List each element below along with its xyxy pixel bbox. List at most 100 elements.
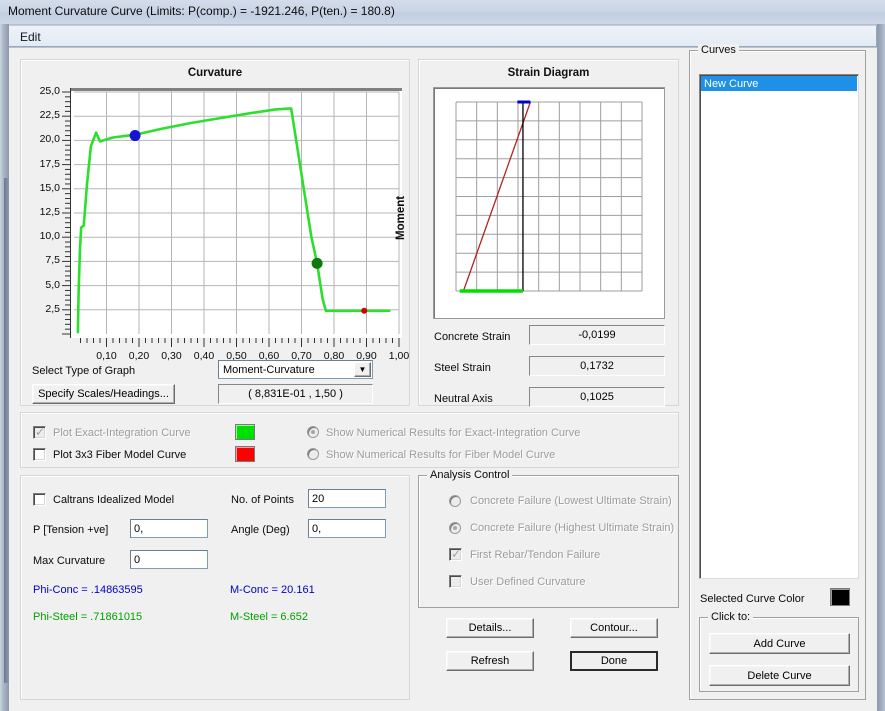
angle-deg-input[interactable]: 0,	[308, 519, 386, 538]
strain-diagram-title: Strain Diagram	[507, 67, 590, 79]
curvature-y-axis: 2,5 5,0 7,5 10,0 12,5 15,0 17,5 20,0 22,5 25,0	[21, 85, 71, 338]
max-curvature-label: Max Curvature	[33, 555, 106, 567]
curves-legend: Curves	[698, 44, 739, 56]
curvature-plot-area[interactable]	[71, 88, 402, 338]
plot-fiber-model-checkbox[interactable]	[33, 448, 46, 461]
strain-row-label: Concrete Strain	[434, 331, 511, 343]
strain-diagram-plot-area[interactable]	[433, 87, 665, 319]
select-type-of-graph-label: Select Type of Graph	[32, 365, 136, 377]
curvature-x-tick-label: 0,40	[193, 350, 215, 362]
caltrans-idealized-model-checkbox[interactable]	[33, 493, 46, 506]
strain-diagram-svg	[455, 100, 643, 293]
delete-curve-button[interactable]: Delete Curve	[709, 665, 850, 686]
curves-group: Curves New Curve Selected Curve Color Cl…	[689, 44, 866, 700]
strain-row-label: Steel Strain	[434, 362, 491, 374]
chevron-down-icon[interactable]: ▼	[354, 362, 371, 377]
fiber-model-color-swatch[interactable]	[235, 446, 255, 462]
strain-row-label: Neutral Axis	[434, 393, 493, 405]
strain-row-value: 0,1732	[529, 356, 665, 376]
show-numerical-fiber-label: Show Numerical Results for Fiber Model C…	[326, 449, 556, 461]
strain-row-value: 0,1025	[529, 387, 665, 407]
curvature-y-tick-label: 22,5	[39, 109, 60, 122]
strain-diagram-panel: Strain Diagram Concrete Strain -0,0199 Ste…	[418, 59, 680, 407]
window-title: Moment Curvature Curve (Limits: P(comp.)…	[8, 4, 395, 18]
curvature-y-tick-label: 17,5	[39, 157, 60, 170]
analysis-control-group: Analysis Control Concrete Failure (Lowes…	[418, 469, 680, 609]
selected-curve-color-label: Selected Curve Color	[700, 593, 805, 605]
curvature-y-tick-label: 25,0	[39, 85, 60, 97]
window-right-edge	[877, 24, 885, 711]
curvature-x-tick-label: 0,20	[128, 350, 150, 362]
show-numerical-fiber-radio[interactable]	[307, 448, 319, 460]
coordinate-readout: ( 8,831E-01 , 1,50 )	[218, 384, 373, 404]
curvature-y-tick-label: 2,5	[45, 302, 60, 315]
phi-conc-result: Phi-Conc = .14863595	[33, 584, 143, 596]
analysis-radio-0[interactable]	[449, 495, 461, 507]
analysis-option-label: Concrete Failure (Lowest Ultimate Strain…	[470, 495, 672, 507]
curvature-x-tick-label: 0,10	[96, 350, 117, 362]
add-curve-button[interactable]: Add Curve	[709, 633, 850, 654]
m-conc-result: M-Conc = 20.161	[230, 584, 315, 596]
radio-dot-icon	[453, 526, 457, 530]
curvature-y-tick-marks	[62, 88, 71, 338]
p-tension-input[interactable]: 0,	[130, 519, 208, 538]
analysis-option-label: First Rebar/Tendon Failure	[470, 549, 601, 561]
strain-value-rows: Concrete Strain -0,0199 Steel Strain 0,1732…	[419, 325, 680, 407]
plot-options-panel: ✓ Plot Exact-Integration Curve Plot 3x3 …	[20, 412, 679, 468]
curvature-y-tick-label: 20,0	[39, 133, 60, 146]
curvature-y-tick-label: 12,5	[39, 206, 60, 218]
curvature-x-tick-marks	[80, 338, 400, 347]
p-tension-label: P [Tension +ve]	[33, 524, 109, 536]
plot-exact-integration-checkbox[interactable]: ✓	[33, 426, 46, 439]
caltrans-idealized-model-label: Caltrans Idealized Model	[53, 494, 175, 506]
curvature-y-tick-label: 10,0	[39, 230, 60, 243]
no-of-points-label: No. of Points	[231, 494, 294, 506]
curvature-y-tick-label: 5,0	[45, 278, 60, 291]
exact-integration-color-swatch[interactable]	[235, 424, 255, 440]
strain-row-value: -0,0199	[529, 325, 665, 345]
graph-type-combobox[interactable]: Moment-Curvature ▼	[218, 360, 373, 379]
curvature-panel-title: Curvature	[187, 67, 243, 79]
details-button[interactable]: Details...	[446, 618, 534, 638]
plot-fiber-model-label: Plot 3x3 Fiber Model Curve	[53, 449, 187, 461]
curvature-chart-svg	[71, 88, 402, 334]
click-to-legend: Click to:	[708, 611, 754, 623]
done-button[interactable]: Done	[570, 651, 658, 671]
show-numerical-exact-radio[interactable]	[307, 426, 319, 438]
curvature-x-tick-label: 1,00	[388, 350, 410, 362]
curvature-x-tick-label: 0,30	[161, 350, 182, 362]
inputs-panel: Caltrans Idealized Model P [Tension +ve]…	[20, 475, 410, 700]
phi-steel-result: Phi-Steel = .71861015	[33, 611, 143, 623]
no-of-points-input[interactable]: 20	[308, 489, 386, 508]
curvature-panel: Curvature 2,5 5,0 7,5 10,0 12,5 15,0 17,5 20,0 2…	[20, 59, 410, 406]
analysis-control-options: Concrete Failure (Lowest Ultimate Strain…	[419, 476, 680, 609]
click-to-group: Click to: Add Curve Delete Curve	[699, 611, 859, 692]
max-curvature-input[interactable]: 0	[130, 550, 208, 569]
graph-type-value: Moment-Curvature	[223, 363, 315, 376]
radio-dot-icon	[311, 430, 315, 434]
curvature-y-tick-label: 7,5	[45, 254, 60, 267]
client-area: Curvature 2,5 5,0 7,5 10,0 12,5 15,0 17,5 20,0 2…	[9, 44, 877, 711]
analysis-checkbox-3[interactable]	[449, 575, 462, 588]
specify-scales-headings-button[interactable]: Specify Scales/Headings...	[32, 384, 175, 404]
contour-button[interactable]: Contour...	[570, 618, 658, 638]
show-numerical-exact-label: Show Numerical Results for Exact-Integra…	[326, 427, 581, 439]
m-steel-result: M-Steel = 6.652	[230, 611, 308, 623]
angle-deg-label: Angle (Deg)	[231, 524, 290, 536]
analysis-option-label: User Defined Curvature	[470, 576, 586, 588]
menu-bar: Edit	[8, 25, 877, 47]
plot-exact-integration-label: Plot Exact-Integration Curve	[53, 427, 191, 439]
curvature-y-tick-label: 15,0	[39, 181, 60, 194]
refresh-button[interactable]: Refresh	[446, 651, 534, 671]
curves-listbox[interactable]: New Curve	[699, 74, 859, 579]
selected-curve-color-swatch[interactable]	[830, 588, 850, 606]
analysis-checkbox-2[interactable]: ✓	[449, 548, 462, 561]
analysis-radio-1[interactable]	[449, 522, 461, 534]
check-icon: ✓	[451, 547, 462, 561]
check-icon: ✓	[35, 425, 46, 439]
window-titlebar: Moment Curvature Curve (Limits: P(comp.)…	[0, 0, 885, 25]
menu-item-edit[interactable]: Edit	[14, 29, 47, 45]
list-item[interactable]: New Curve	[701, 76, 857, 91]
curvature-y-axis-label: Moment	[395, 195, 407, 240]
analysis-option-label: Concrete Failure (Highest Ultimate Strai…	[470, 522, 675, 534]
